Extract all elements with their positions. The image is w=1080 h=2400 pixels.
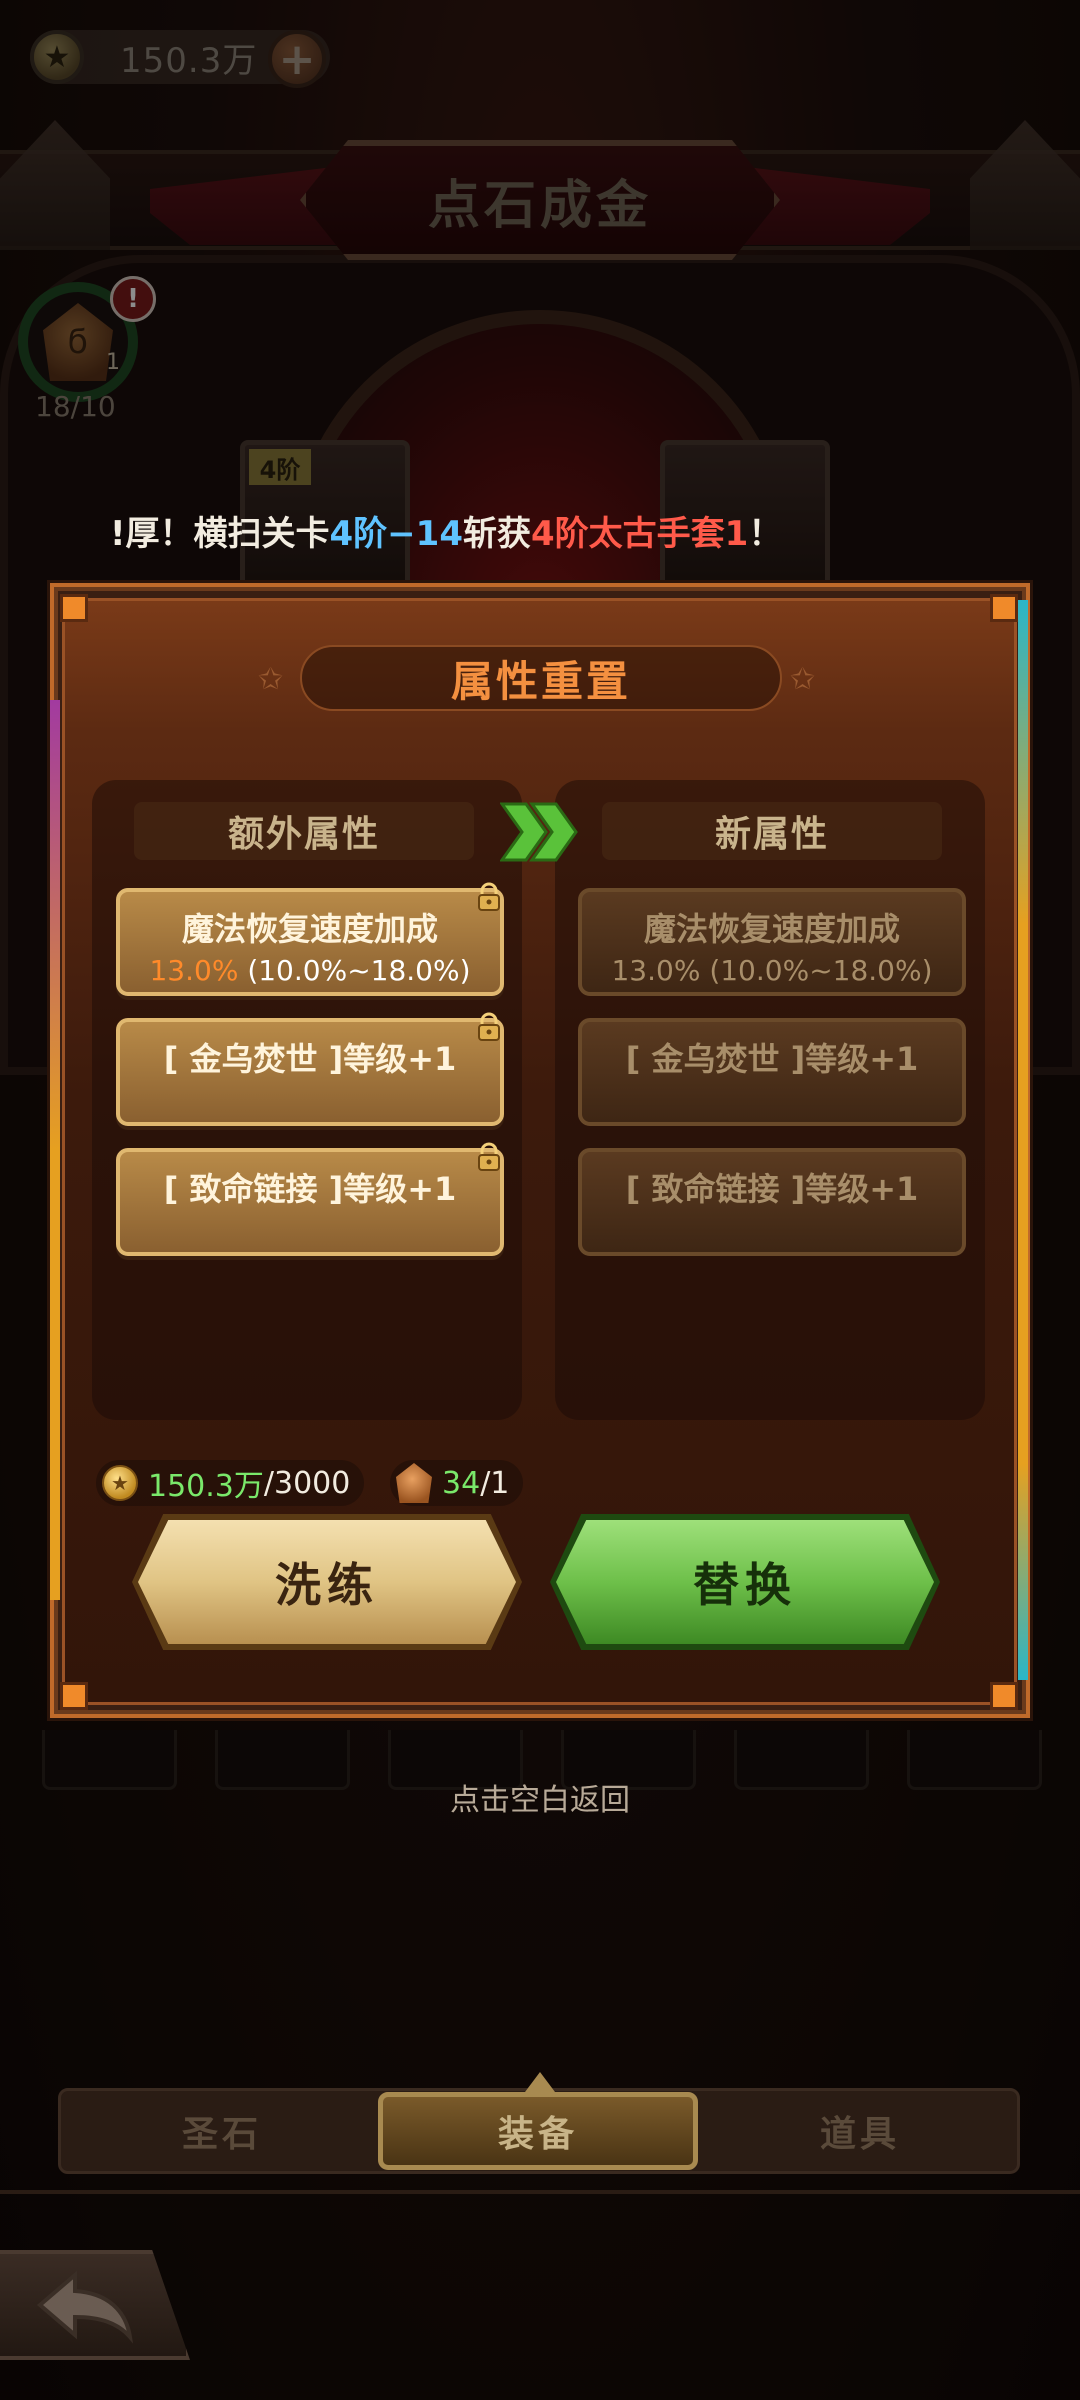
refine-stone-icon: [396, 1463, 432, 1503]
star-ornament-icon: ✩: [790, 662, 816, 697]
attr-current-value: 13.0%: [149, 954, 239, 987]
dialog-title: 属性重置: [450, 656, 631, 706]
stone-need: /1: [480, 1465, 510, 1501]
attr-name: [ 金乌焚世 ]等级+1: [625, 1040, 919, 1078]
announcement-marquee: !厚！横扫关卡 4阶−14 斩获 4阶太古手套1 ！: [110, 500, 970, 560]
star-ornament-icon: ✩: [258, 662, 284, 697]
tab-items[interactable]: 道具: [700, 2092, 1020, 2170]
new-attr-card: 魔法恢复速度加成 13.0% (10.0%~18.0%): [578, 888, 966, 996]
star-coin-icon: ★: [102, 1465, 138, 1501]
current-attr-card[interactable]: [ 致命链接 ]等级+1: [116, 1148, 504, 1256]
marquee-middle: 斩获: [462, 513, 531, 554]
stone-have: 34: [442, 1465, 481, 1501]
tap-to-return-hint[interactable]: 点击空白返回: [0, 1775, 1080, 1819]
new-attr-card: [ 致命链接 ]等级+1: [578, 1148, 966, 1256]
current-attributes-header: 额外属性: [134, 802, 474, 860]
replace-button[interactable]: 替换: [556, 1520, 934, 1644]
gold-cost: ★ 150.3万 /3000: [96, 1460, 365, 1506]
lock-icon[interactable]: [474, 882, 504, 912]
gold-have: 150.3万: [148, 1469, 264, 1504]
lock-icon[interactable]: [474, 1012, 504, 1042]
new-attributes-header: 新属性: [602, 802, 942, 860]
current-attr-card[interactable]: 魔法恢复速度加成 13.0% (10.0%~18.0%): [116, 888, 504, 996]
attr-value: 13.0% (10.0%~18.0%): [149, 954, 470, 987]
dialog-edge-glow: [50, 700, 60, 1600]
attr-name: [ 金乌焚世 ]等级+1: [163, 1040, 457, 1078]
dialog-edge-glow: [1018, 600, 1028, 1680]
tab-holy-stone[interactable]: 圣石: [62, 2092, 382, 2170]
marquee-suffix: ！: [748, 513, 783, 554]
attr-name: 魔法恢复速度加成: [643, 910, 900, 948]
attr-name: 魔法恢复速度加成: [181, 910, 438, 948]
corner-ornament: [60, 1682, 88, 1710]
current-attr-card[interactable]: [ 金乌焚世 ]等级+1: [116, 1018, 504, 1126]
marquee-stage: 4阶−14: [329, 513, 463, 554]
attr-name: [ 致命链接 ]等级+1: [163, 1170, 457, 1208]
double-chevron-right-icon: [500, 802, 578, 862]
attr-value: 13.0% (10.0%~18.0%): [611, 954, 933, 987]
attr-name: [ 致命链接 ]等级+1: [625, 1170, 919, 1208]
corner-ornament: [990, 594, 1018, 622]
corner-ornament: [990, 1682, 1018, 1710]
lock-icon[interactable]: [474, 1142, 504, 1172]
tab-equipment[interactable]: 装备: [378, 2092, 698, 2170]
marquee-prefix: !厚！横扫关卡: [110, 513, 330, 554]
marquee-item: 4阶太古手套1: [530, 513, 749, 554]
gold-need: /3000: [263, 1465, 351, 1501]
new-attr-card: [ 金乌焚世 ]等级+1: [578, 1018, 966, 1126]
back-arrow-icon: [36, 2270, 134, 2344]
divider: [0, 2190, 1080, 2194]
dialog-title-plate: 属性重置: [300, 645, 782, 711]
attr-range: (10.0%~18.0%): [238, 954, 471, 987]
refine-button[interactable]: 洗练: [138, 1520, 516, 1644]
corner-ornament: [60, 594, 88, 622]
stone-cost: 34 /1: [390, 1460, 524, 1506]
